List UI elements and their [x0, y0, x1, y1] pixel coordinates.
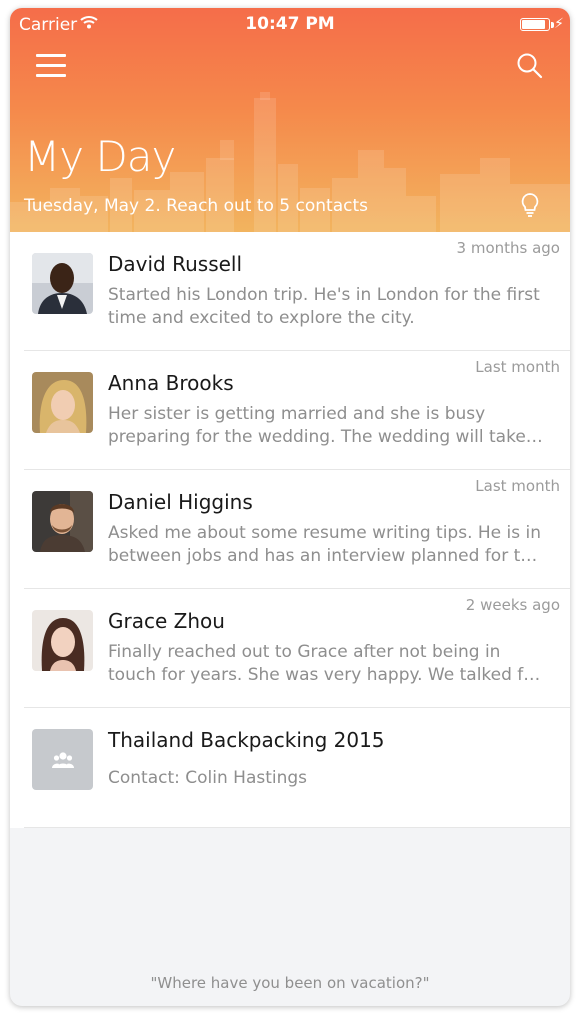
contact-note: Asked me about some resume writing tips.…: [108, 523, 542, 566]
contact-note: Finally reached out to Grace after not b…: [108, 642, 541, 685]
phone-screen: Carrier 10:47 PM ⚡ My Day Tuesday, May 2…: [10, 8, 570, 1006]
avatar: [32, 253, 93, 314]
header: Carrier 10:47 PM ⚡ My Day Tuesday, May 2…: [10, 8, 570, 232]
battery-level: [522, 20, 545, 29]
last-contact-time: 2 weeks ago: [465, 596, 560, 614]
search-icon[interactable]: [516, 52, 544, 80]
footer-quote: "Where have you been on vacation?": [150, 974, 430, 992]
last-contact-time: 3 months ago: [456, 239, 560, 257]
avatar: [32, 372, 93, 433]
list-item[interactable]: Anna Brooks Last month Her sister is get…: [24, 351, 570, 470]
last-contact-time: Last month: [475, 477, 560, 495]
group-icon: [32, 729, 93, 790]
contact-list: David Russell 3 months ago Started his L…: [10, 232, 570, 828]
contact-name: Daniel Higgins: [108, 490, 253, 514]
contact-note: Started his London trip. He's in London …: [108, 285, 540, 328]
page-title: My Day: [24, 132, 176, 181]
list-item[interactable]: Grace Zhou 2 weeks ago Finally reached o…: [24, 589, 570, 708]
contact-note: Her sister is getting married and she is…: [108, 404, 526, 447]
group-contact: Contact: Colin Hastings: [108, 768, 308, 788]
status-time: 10:47 PM: [245, 14, 335, 34]
avatar: [32, 610, 93, 671]
last-contact-time: Last month: [475, 358, 560, 376]
avatar: [32, 491, 93, 552]
contact-name: Anna Brooks: [108, 371, 234, 395]
list-item[interactable]: David Russell 3 months ago Started his L…: [24, 232, 570, 351]
list-item[interactable]: Daniel Higgins Last month Asked me about…: [24, 470, 570, 589]
hamburger-menu-icon[interactable]: [36, 54, 66, 80]
contact-name: Grace Zhou: [108, 609, 225, 633]
status-bar: Carrier 10:47 PM ⚡: [10, 8, 570, 42]
list-item[interactable]: Thailand Backpacking 2015 Contact: Colin…: [24, 708, 570, 828]
page-subtitle: Tuesday, May 2. Reach out to 5 contacts: [24, 196, 369, 216]
lightbulb-icon[interactable]: [520, 192, 540, 218]
contact-name: David Russell: [108, 252, 243, 276]
group-name: Thailand Backpacking 2015: [108, 728, 385, 752]
battery-icon: [520, 18, 550, 31]
charging-icon: ⚡: [554, 16, 564, 32]
